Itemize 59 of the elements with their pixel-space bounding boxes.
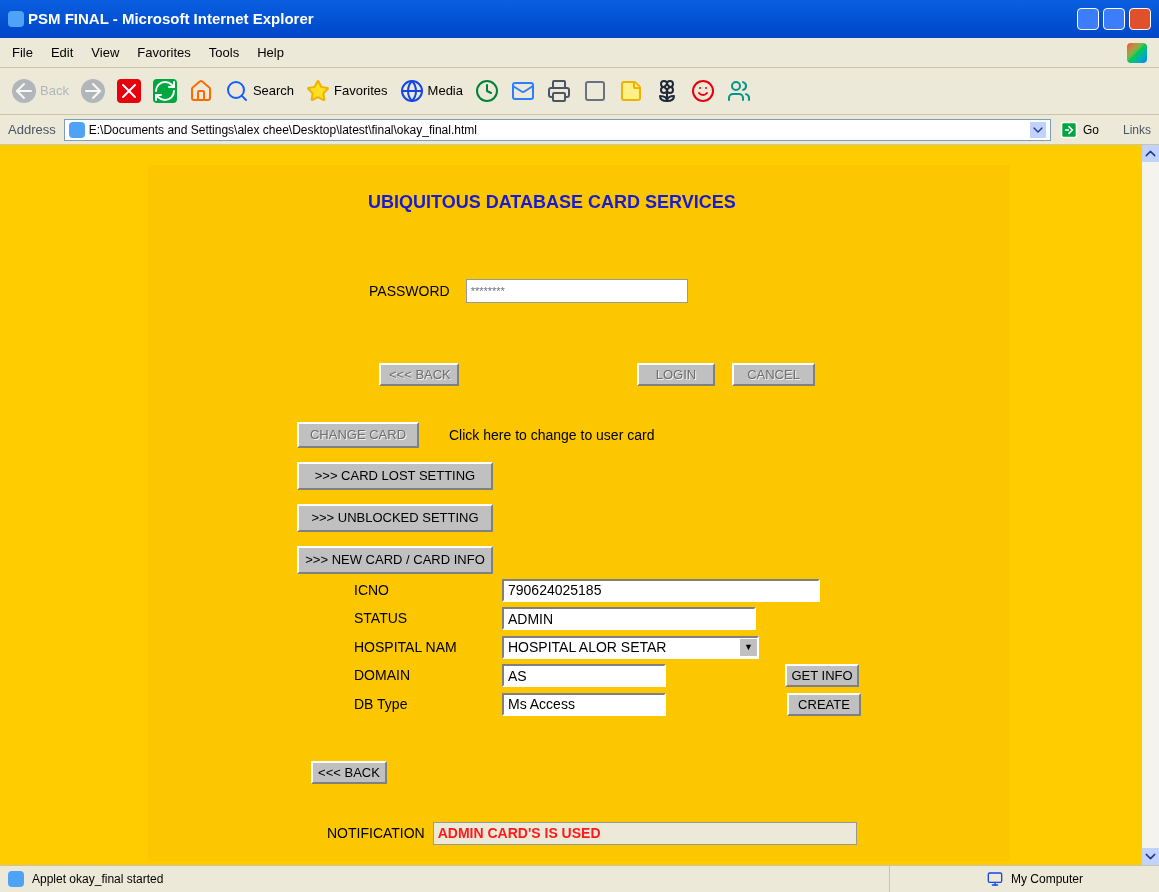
envelope-icon bbox=[511, 79, 535, 103]
notification-label: NOTIFICATION bbox=[327, 823, 425, 843]
scrollbar[interactable] bbox=[1142, 145, 1159, 865]
scroll-down-icon bbox=[1142, 848, 1159, 865]
field-label: HOSPITAL NAM bbox=[354, 637, 458, 657]
computer-icon bbox=[987, 871, 1003, 887]
dropdown-icon bbox=[1029, 121, 1046, 138]
people-icon bbox=[727, 79, 751, 103]
status-text: Applet okay_final started bbox=[32, 871, 165, 888]
zone-text: My Computer bbox=[1011, 871, 1085, 888]
clock-icon bbox=[475, 79, 499, 103]
menu-button[interactable]: >>> NEW CARD / CARD INFO bbox=[297, 546, 493, 574]
menu-item[interactable]: Edit bbox=[50, 42, 74, 63]
note-icon bbox=[619, 79, 643, 103]
field-label: DB Type bbox=[354, 694, 409, 714]
text-field[interactable]: ADMIN bbox=[502, 607, 756, 631]
menu-item[interactable]: View bbox=[91, 42, 120, 63]
notification-field: ADMIN CARD'S IS USED bbox=[432, 821, 857, 845]
toolbar-button[interactable] bbox=[547, 79, 571, 103]
text-field[interactable]: AS bbox=[502, 664, 666, 688]
minimize-button[interactable] bbox=[1077, 8, 1099, 30]
refresh-icon bbox=[152, 79, 177, 103]
restore-button[interactable] bbox=[1103, 8, 1125, 30]
links-button[interactable]: Links bbox=[1123, 120, 1151, 139]
scroll-up-icon bbox=[1142, 145, 1159, 162]
toolbar-button[interactable]: Search bbox=[224, 79, 295, 103]
toolbar-button[interactable]: Media bbox=[399, 79, 463, 103]
field-label: ICNO bbox=[354, 580, 390, 600]
menu-item[interactable]: File bbox=[12, 42, 33, 63]
smiley-icon bbox=[691, 79, 715, 103]
search-icon bbox=[224, 79, 249, 103]
printer-icon bbox=[547, 79, 571, 103]
create-button[interactable]: CREATE bbox=[787, 692, 861, 716]
stop-icon bbox=[116, 79, 141, 103]
menu-button[interactable]: >>> CARD LOST SETTING bbox=[297, 462, 493, 490]
password-label: PASSWORD bbox=[369, 281, 450, 301]
back-button[interactable]: <<< BACK bbox=[311, 760, 387, 784]
square-icon bbox=[583, 79, 607, 103]
toolbar-button[interactable]: Favorites bbox=[306, 79, 388, 103]
get-info-button[interactable]: GET INFO bbox=[785, 664, 859, 688]
text-field[interactable]: 790624025185 bbox=[502, 578, 820, 602]
change-card-hint: Click here to change to user card bbox=[449, 425, 655, 445]
close-button[interactable] bbox=[1129, 8, 1151, 30]
field-label: DOMAIN bbox=[354, 666, 411, 686]
field-label: STATUS bbox=[354, 609, 409, 629]
home-icon bbox=[188, 79, 213, 103]
window-title: PSM FINAL - Microsoft Internet Explorer bbox=[28, 8, 315, 29]
page-heading: UBIQUITOUS DATABASE CARD SERVICES bbox=[368, 192, 736, 212]
address-label: Address bbox=[8, 120, 56, 139]
address-field[interactable]: E:\Documents and Settings\alex chee\Desktop\latest\final\okay_final.html bbox=[63, 118, 1051, 141]
menu-item[interactable]: Favorites bbox=[137, 42, 191, 63]
go-button[interactable]: Go bbox=[1058, 119, 1099, 140]
menu-button[interactable]: >>> UNBLOCKED SETTING bbox=[297, 504, 493, 532]
menu-item[interactable]: Tools bbox=[208, 42, 240, 63]
globe-icon bbox=[399, 79, 424, 103]
hospital-select[interactable]: HOSPITAL ALOR SETAR ▼ bbox=[502, 635, 759, 659]
menu-item[interactable]: Help bbox=[257, 42, 284, 63]
star-icon bbox=[306, 79, 331, 103]
text-field[interactable]: Ms Access bbox=[502, 692, 666, 716]
